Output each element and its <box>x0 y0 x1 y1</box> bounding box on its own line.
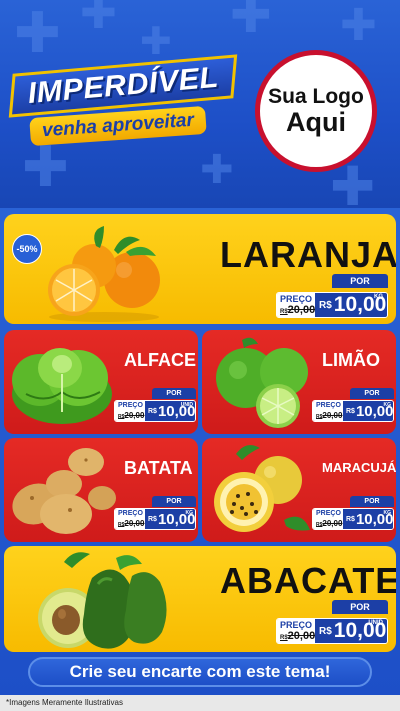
promo-subtitle: venha aproveitar <box>41 109 195 142</box>
product-card-maracuja: MARACUJÁ POR PREÇO R$20,00 R$ 10,00 KG <box>202 438 396 542</box>
plus-decoration-icon: ✚ <box>340 0 377 51</box>
promo-title: IMPERDÍVEL <box>26 61 220 110</box>
product-name: ALFACE <box>124 350 196 370</box>
plus-decoration-icon: ✚ <box>140 19 172 63</box>
new-price: R$ 10,00 KG <box>343 509 393 529</box>
plus-decoration-icon: ✚ <box>80 0 117 39</box>
por-label: POR <box>152 496 196 507</box>
passion-fruit-icon <box>214 445 310 532</box>
price-unit: UNID <box>368 620 383 626</box>
logo-placeholder: Sua Logo Aqui <box>255 50 377 172</box>
product-card-laranja: -50% LARANJA POR PREÇO R$20,00 R$ 10,00 … <box>4 214 396 324</box>
old-price: PREÇO R$20,00 <box>115 509 145 529</box>
por-label: POR <box>350 388 394 399</box>
old-price: PREÇO R$20,00 <box>277 293 315 317</box>
preco-label: PREÇO <box>118 402 143 409</box>
old-price-value: R$20,00 <box>118 411 145 420</box>
disclaimer-text: *Imagens Meramente Ilustrativas <box>0 695 400 711</box>
discount-badge: -50% <box>12 234 42 264</box>
old-price-value: R$20,00 <box>118 519 145 528</box>
old-price-value: R$20,00 <box>280 630 316 642</box>
currency: R$ <box>346 407 355 415</box>
price-box: PREÇO R$20,00 R$ 10,00 UNID <box>114 400 196 422</box>
product-name: LIMÃO <box>322 350 380 370</box>
price-box: PREÇO R$20,00 R$ 10,00 KG <box>114 508 196 530</box>
new-price: R$ 10,00 UNID <box>315 619 387 643</box>
lime-icon <box>216 337 308 428</box>
avocado-icon <box>38 552 167 649</box>
old-price-value: R$20,00 <box>280 304 316 316</box>
product-name: MARACUJÁ <box>322 460 396 475</box>
new-price: R$ 10,00 KG <box>315 293 387 317</box>
plus-decoration-icon: ✚ <box>200 147 234 193</box>
new-price: R$ 10,00 UNID <box>145 401 195 421</box>
price-tag: POR PREÇO R$20,00 R$ 10,00 KG <box>312 496 394 530</box>
product-name: ABACATE <box>220 560 396 601</box>
price-tag: POR PREÇO R$20,00 R$ 10,00 KG <box>114 496 196 530</box>
cta-banner[interactable]: Crie seu encarte com este tema! <box>28 657 372 687</box>
promo-badge: IMPERDÍVEL venha aproveitar <box>8 54 242 147</box>
product-card-batata: BATATA POR PREÇO R$20,00 R$ 10,00 KG <box>4 438 198 542</box>
new-price: R$ 10,00 KG <box>343 401 393 421</box>
price-tag: POR PREÇO R$20,00 R$ 10,00 UNID <box>114 388 196 422</box>
lettuce-icon <box>12 348 112 424</box>
currency: R$ <box>319 625 332 637</box>
plus-decoration-icon: ✚ <box>14 1 61 66</box>
price-unit: UNID <box>180 402 193 408</box>
preco-label: PREÇO <box>316 510 341 517</box>
price-tag: POR PREÇO R$20,00 R$ 10,00 UNID <box>276 600 388 644</box>
currency: R$ <box>148 407 157 415</box>
price-box: PREÇO R$20,00 R$ 10,00 KG <box>312 508 394 530</box>
header: ✚ ✚ ✚ ✚ ✚ ✚ ✚ ✚ IMPERDÍVEL venha aprovei… <box>0 0 400 210</box>
price-unit: KG <box>185 510 194 516</box>
preco-label: PREÇO <box>316 402 341 409</box>
price-box: PREÇO R$20,00 R$ 10,00 KG <box>276 292 388 318</box>
price-unit: KG <box>383 402 392 408</box>
old-price: PREÇO R$20,00 <box>115 401 145 421</box>
plus-decoration-icon: ✚ <box>22 135 69 200</box>
old-price: PREÇO R$20,00 <box>277 619 315 643</box>
preco-label: PREÇO <box>280 620 313 630</box>
new-price: R$ 10,00 KG <box>145 509 195 529</box>
price-unit: KG <box>374 294 383 300</box>
price-box: PREÇO R$20,00 R$ 10,00 KG <box>312 400 394 422</box>
currency: R$ <box>148 515 157 523</box>
old-price-value: R$20,00 <box>316 411 343 420</box>
product-card-limao: LIMÃO POR PREÇO R$20,00 R$ 10,00 KG <box>202 330 396 434</box>
price-tag: POR PREÇO R$20,00 R$ 10,00 KG <box>276 274 388 318</box>
old-price: PREÇO R$20,00 <box>313 509 343 529</box>
product-name: LARANJA <box>220 234 396 275</box>
currency: R$ <box>346 515 355 523</box>
product-name: BATATA <box>124 458 193 478</box>
orange-icon <box>48 226 160 322</box>
old-price-value: R$20,00 <box>316 519 343 528</box>
price-unit: KG <box>383 510 392 516</box>
preco-label: PREÇO <box>118 510 143 517</box>
logo-line-1: Sua Logo <box>268 84 364 108</box>
logo-line-2: Aqui <box>286 106 346 137</box>
potato-icon <box>12 448 116 534</box>
currency: R$ <box>319 299 332 311</box>
price-tag: POR PREÇO R$20,00 R$ 10,00 KG <box>312 388 394 422</box>
por-label: POR <box>332 600 388 614</box>
old-price: PREÇO R$20,00 <box>313 401 343 421</box>
preco-label: PREÇO <box>280 294 313 304</box>
por-label: POR <box>332 274 388 288</box>
product-card-abacate: ABACATE POR PREÇO R$20,00 R$ 10,00 UNID <box>4 546 396 652</box>
product-card-alface: ALFACE POR PREÇO R$20,00 R$ 10,00 UNID <box>4 330 198 434</box>
plus-decoration-icon: ✚ <box>230 0 272 44</box>
por-label: POR <box>350 496 394 507</box>
price-box: PREÇO R$20,00 R$ 10,00 UNID <box>276 618 388 644</box>
por-label: POR <box>152 388 196 399</box>
